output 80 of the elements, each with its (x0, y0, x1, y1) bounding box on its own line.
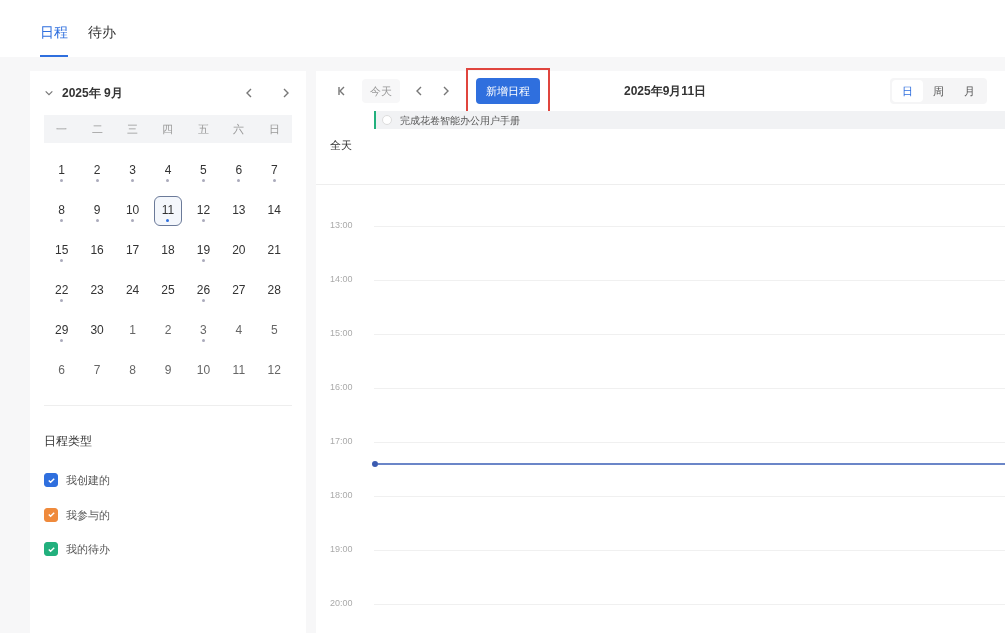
calendar-day[interactable]: 2 (154, 316, 182, 346)
calendar-day[interactable]: 26 (189, 276, 218, 306)
calendar-day[interactable]: 29 (47, 316, 76, 346)
calendar-day[interactable]: 11 (224, 356, 253, 386)
hour-label: 18:00 (329, 489, 354, 503)
calendar-day[interactable]: 7 (260, 156, 289, 186)
event-title: 完成花卷智能办公用户手册 (400, 113, 520, 128)
calendar-day[interactable]: 3 (189, 316, 218, 346)
check-icon (46, 544, 56, 554)
weekday-label: 四 (161, 121, 175, 137)
caret-icon (44, 88, 54, 98)
checkbox[interactable] (44, 507, 58, 522)
calendar-day[interactable]: 5 (260, 316, 289, 346)
calendar-day[interactable]: 25 (154, 276, 182, 306)
calendar-day[interactable]: 18 (154, 236, 182, 266)
todo-checkbox[interactable] (382, 115, 392, 125)
all-day-event[interactable]: 完成花卷智能办公用户手册 (374, 111, 1005, 129)
calendar-day[interactable]: 27 (224, 276, 253, 306)
calendar-day[interactable]: 28 (260, 276, 289, 306)
calendar-day[interactable]: 3 (118, 156, 147, 186)
new-schedule-button[interactable]: 新增日程 (476, 77, 540, 105)
tab[interactable]: 日程 (40, 22, 68, 57)
hour-label: 16:00 (329, 381, 354, 395)
checkbox-label: 我的待办 (66, 542, 110, 557)
checkbox[interactable] (44, 473, 58, 488)
calendar-day[interactable]: 9 (154, 356, 182, 386)
hour-label: 17:00 (329, 435, 354, 449)
calendar-day[interactable]: 5 (189, 156, 218, 186)
calendar-day[interactable]: 14 (260, 196, 289, 226)
calendar-day[interactable]: 4 (224, 316, 253, 346)
check-icon (46, 510, 56, 520)
calendar-day[interactable]: 7 (83, 356, 112, 386)
calendar-day[interactable]: 24 (118, 276, 147, 306)
tab[interactable]: 待办 (88, 22, 116, 57)
hour-label: 19:00 (329, 543, 354, 557)
calendar-day[interactable]: 16 (83, 236, 112, 266)
calendar-day[interactable]: 19 (189, 236, 218, 266)
checkbox-label: 我参与的 (66, 507, 110, 523)
calendar-day[interactable]: 17 (118, 236, 147, 266)
calendar-day[interactable]: 10 (189, 356, 218, 386)
hour-label: 20:00 (329, 597, 354, 611)
current-date: 2025年9月11日 (624, 83, 707, 100)
month-title: 2025年 9月 (62, 85, 123, 102)
hour-label: 15:00 (329, 327, 354, 341)
calendar-day[interactable]: 30 (83, 316, 112, 346)
calendar-day[interactable]: 1 (47, 156, 76, 186)
checkbox-label: 我创建的 (66, 473, 110, 488)
calendar-day[interactable]: 12 (260, 356, 289, 386)
weekday-label: 五 (196, 121, 210, 137)
calendar-day[interactable]: 11 (154, 196, 182, 226)
calendar-day[interactable]: 1 (118, 316, 147, 346)
all-day-label: 全天 (329, 138, 353, 153)
calendar-day[interactable]: 20 (224, 236, 253, 266)
hour-label: 14:00 (329, 273, 354, 287)
calendar-day[interactable]: 22 (47, 276, 76, 306)
calendar-day[interactable]: 8 (47, 196, 76, 226)
calendar-day[interactable]: 10 (118, 196, 147, 226)
check-icon (46, 475, 56, 485)
view-tab[interactable]: 周 (923, 79, 954, 103)
calendar-day[interactable]: 21 (260, 236, 289, 266)
calendar-day[interactable]: 8 (118, 356, 147, 386)
weekday-label: 二 (90, 121, 104, 137)
calendar-day[interactable]: 6 (47, 356, 76, 386)
view-tab[interactable]: 月 (954, 79, 985, 103)
calendar-day[interactable]: 9 (83, 196, 112, 226)
view-tab[interactable]: 日 (892, 79, 923, 103)
weekday-label: 日 (267, 121, 281, 137)
weekday-label: 六 (232, 121, 246, 137)
calendar-day[interactable]: 13 (224, 196, 253, 226)
calendar-day[interactable]: 15 (47, 236, 76, 266)
checkbox[interactable] (44, 542, 58, 557)
hour-label: 13:00 (329, 219, 354, 233)
weekday-label: 一 (55, 121, 69, 137)
calendar-day[interactable]: 6 (224, 156, 253, 186)
collapse-toggle[interactable] (44, 88, 54, 98)
calendar-day[interactable]: 4 (154, 156, 182, 186)
calendar-day[interactable]: 2 (83, 156, 112, 186)
calendar-day[interactable]: 12 (189, 196, 218, 226)
calendar-day[interactable]: 23 (83, 276, 112, 306)
section-title: 日程类型 (44, 433, 93, 450)
